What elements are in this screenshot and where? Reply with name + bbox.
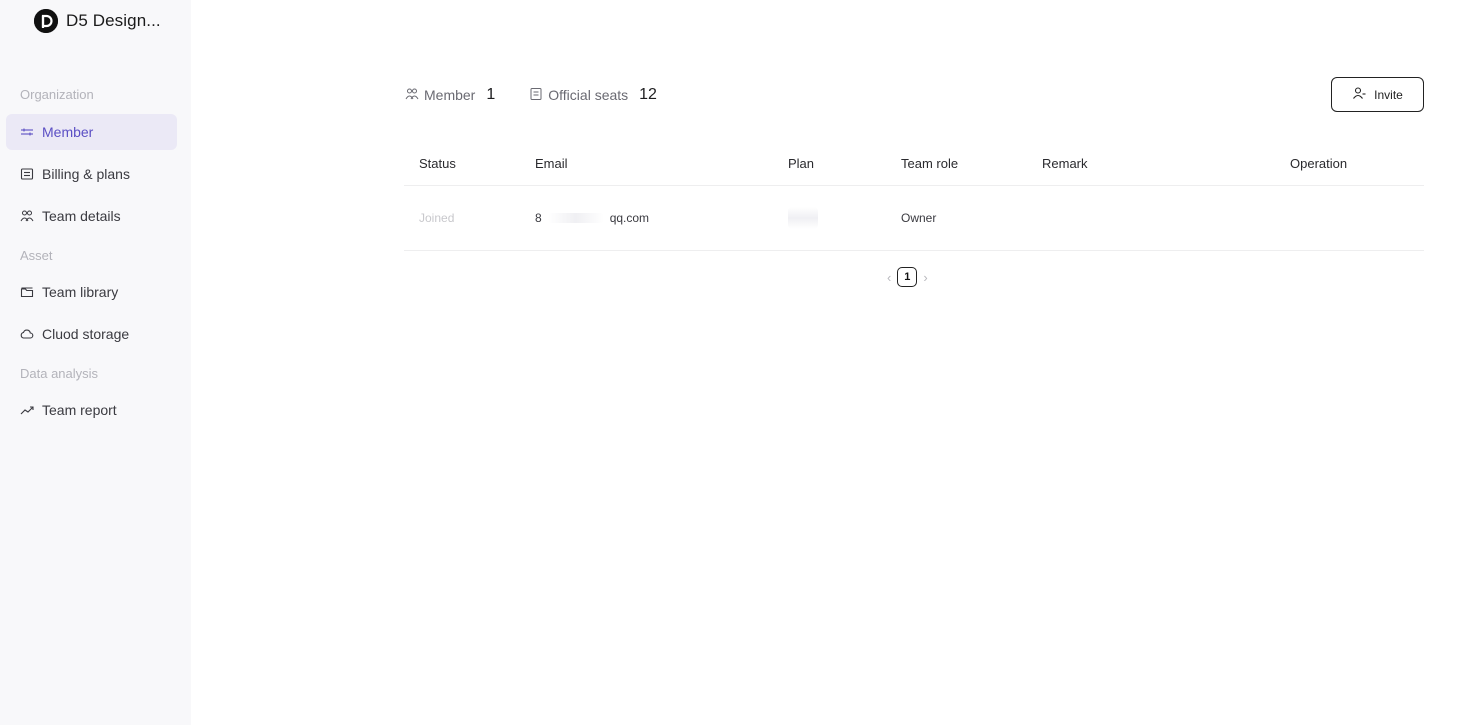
brand[interactable]: D5 Design...	[34, 8, 161, 34]
sliders-icon	[20, 125, 34, 139]
sidebar-item-label: Billing & plans	[42, 166, 130, 182]
sidebar-item-label: Team library	[42, 284, 119, 300]
plan-redaction	[788, 207, 818, 229]
column-header-operation[interactable]: Operation	[1290, 142, 1347, 185]
email-prefix: 8	[535, 211, 542, 225]
email-redaction	[547, 213, 604, 223]
page-number-current[interactable]: 1	[897, 267, 918, 287]
team-icon	[20, 209, 34, 223]
app-root: D5 Design... Organization Member Billing…	[0, 0, 1461, 725]
column-header-status[interactable]: Status	[419, 142, 456, 185]
team-role-cell[interactable]: Owner	[901, 186, 936, 250]
invite-label: Invite	[1374, 87, 1403, 102]
sidebar-item-billing[interactable]: Billing & plans	[6, 156, 177, 192]
sidebar-item-label: Team report	[42, 402, 117, 418]
receipt-icon	[20, 167, 34, 181]
column-header-team-role[interactable]: Team role	[901, 142, 958, 185]
pagination: ‹ 1 ›	[887, 266, 928, 288]
member-label: Member	[424, 87, 476, 103]
seats-label: Official seats	[548, 87, 629, 103]
member-stat: Member 1	[405, 86, 495, 104]
status-cell: Joined	[419, 211, 455, 225]
table-row[interactable]: Joined 8 qq.com Owner	[404, 186, 1424, 251]
sidebar-item-label: Cluod storage	[42, 326, 130, 342]
member-count: 1	[486, 86, 496, 103]
sidebar: D5 Design... Organization Member Billing…	[0, 0, 191, 725]
seats-count: 12	[639, 86, 657, 103]
d5-logo-icon	[34, 9, 58, 33]
column-header-plan[interactable]: Plan	[788, 142, 814, 185]
member-stats: Member 1 Official seats 12	[405, 84, 691, 106]
members-table: Status Email Plan Team role Remark Opera…	[404, 142, 1424, 251]
email-cell: 8 qq.com	[535, 186, 649, 250]
invite-button[interactable]: Invite	[1331, 77, 1424, 112]
cloud-icon	[20, 327, 34, 341]
sidebar-item-member[interactable]: Member	[6, 114, 177, 150]
add-user-icon	[1352, 86, 1366, 103]
seat-icon	[529, 87, 543, 104]
table-header: Status Email Plan Team role Remark Opera…	[404, 142, 1424, 186]
section-title-data-analysis: Data analysis	[20, 366, 99, 381]
plan-cell	[788, 186, 818, 250]
seats-stat: Official seats 12	[529, 86, 657, 104]
prev-page-button[interactable]: ‹	[887, 270, 891, 285]
section-title-asset: Asset	[20, 248, 53, 263]
sidebar-item-team-report[interactable]: Team report	[6, 392, 177, 428]
sidebar-item-label: Member	[42, 124, 94, 140]
sidebar-item-cloud-storage[interactable]: Cluod storage	[6, 316, 177, 352]
brand-name: D5 Design...	[66, 11, 161, 30]
folder-icon	[20, 285, 34, 299]
sidebar-item-team-library[interactable]: Team library	[6, 274, 177, 310]
section-title-organization: Organization	[20, 87, 94, 102]
trend-icon	[20, 403, 34, 417]
email-suffix: qq.com	[609, 211, 650, 225]
next-page-button[interactable]: ›	[923, 270, 927, 285]
team-icon	[405, 87, 419, 104]
column-header-remark[interactable]: Remark	[1042, 142, 1088, 185]
column-header-email[interactable]: Email	[535, 142, 568, 185]
sidebar-item-label: Team details	[42, 208, 121, 224]
sidebar-item-team-details[interactable]: Team details	[6, 198, 177, 234]
